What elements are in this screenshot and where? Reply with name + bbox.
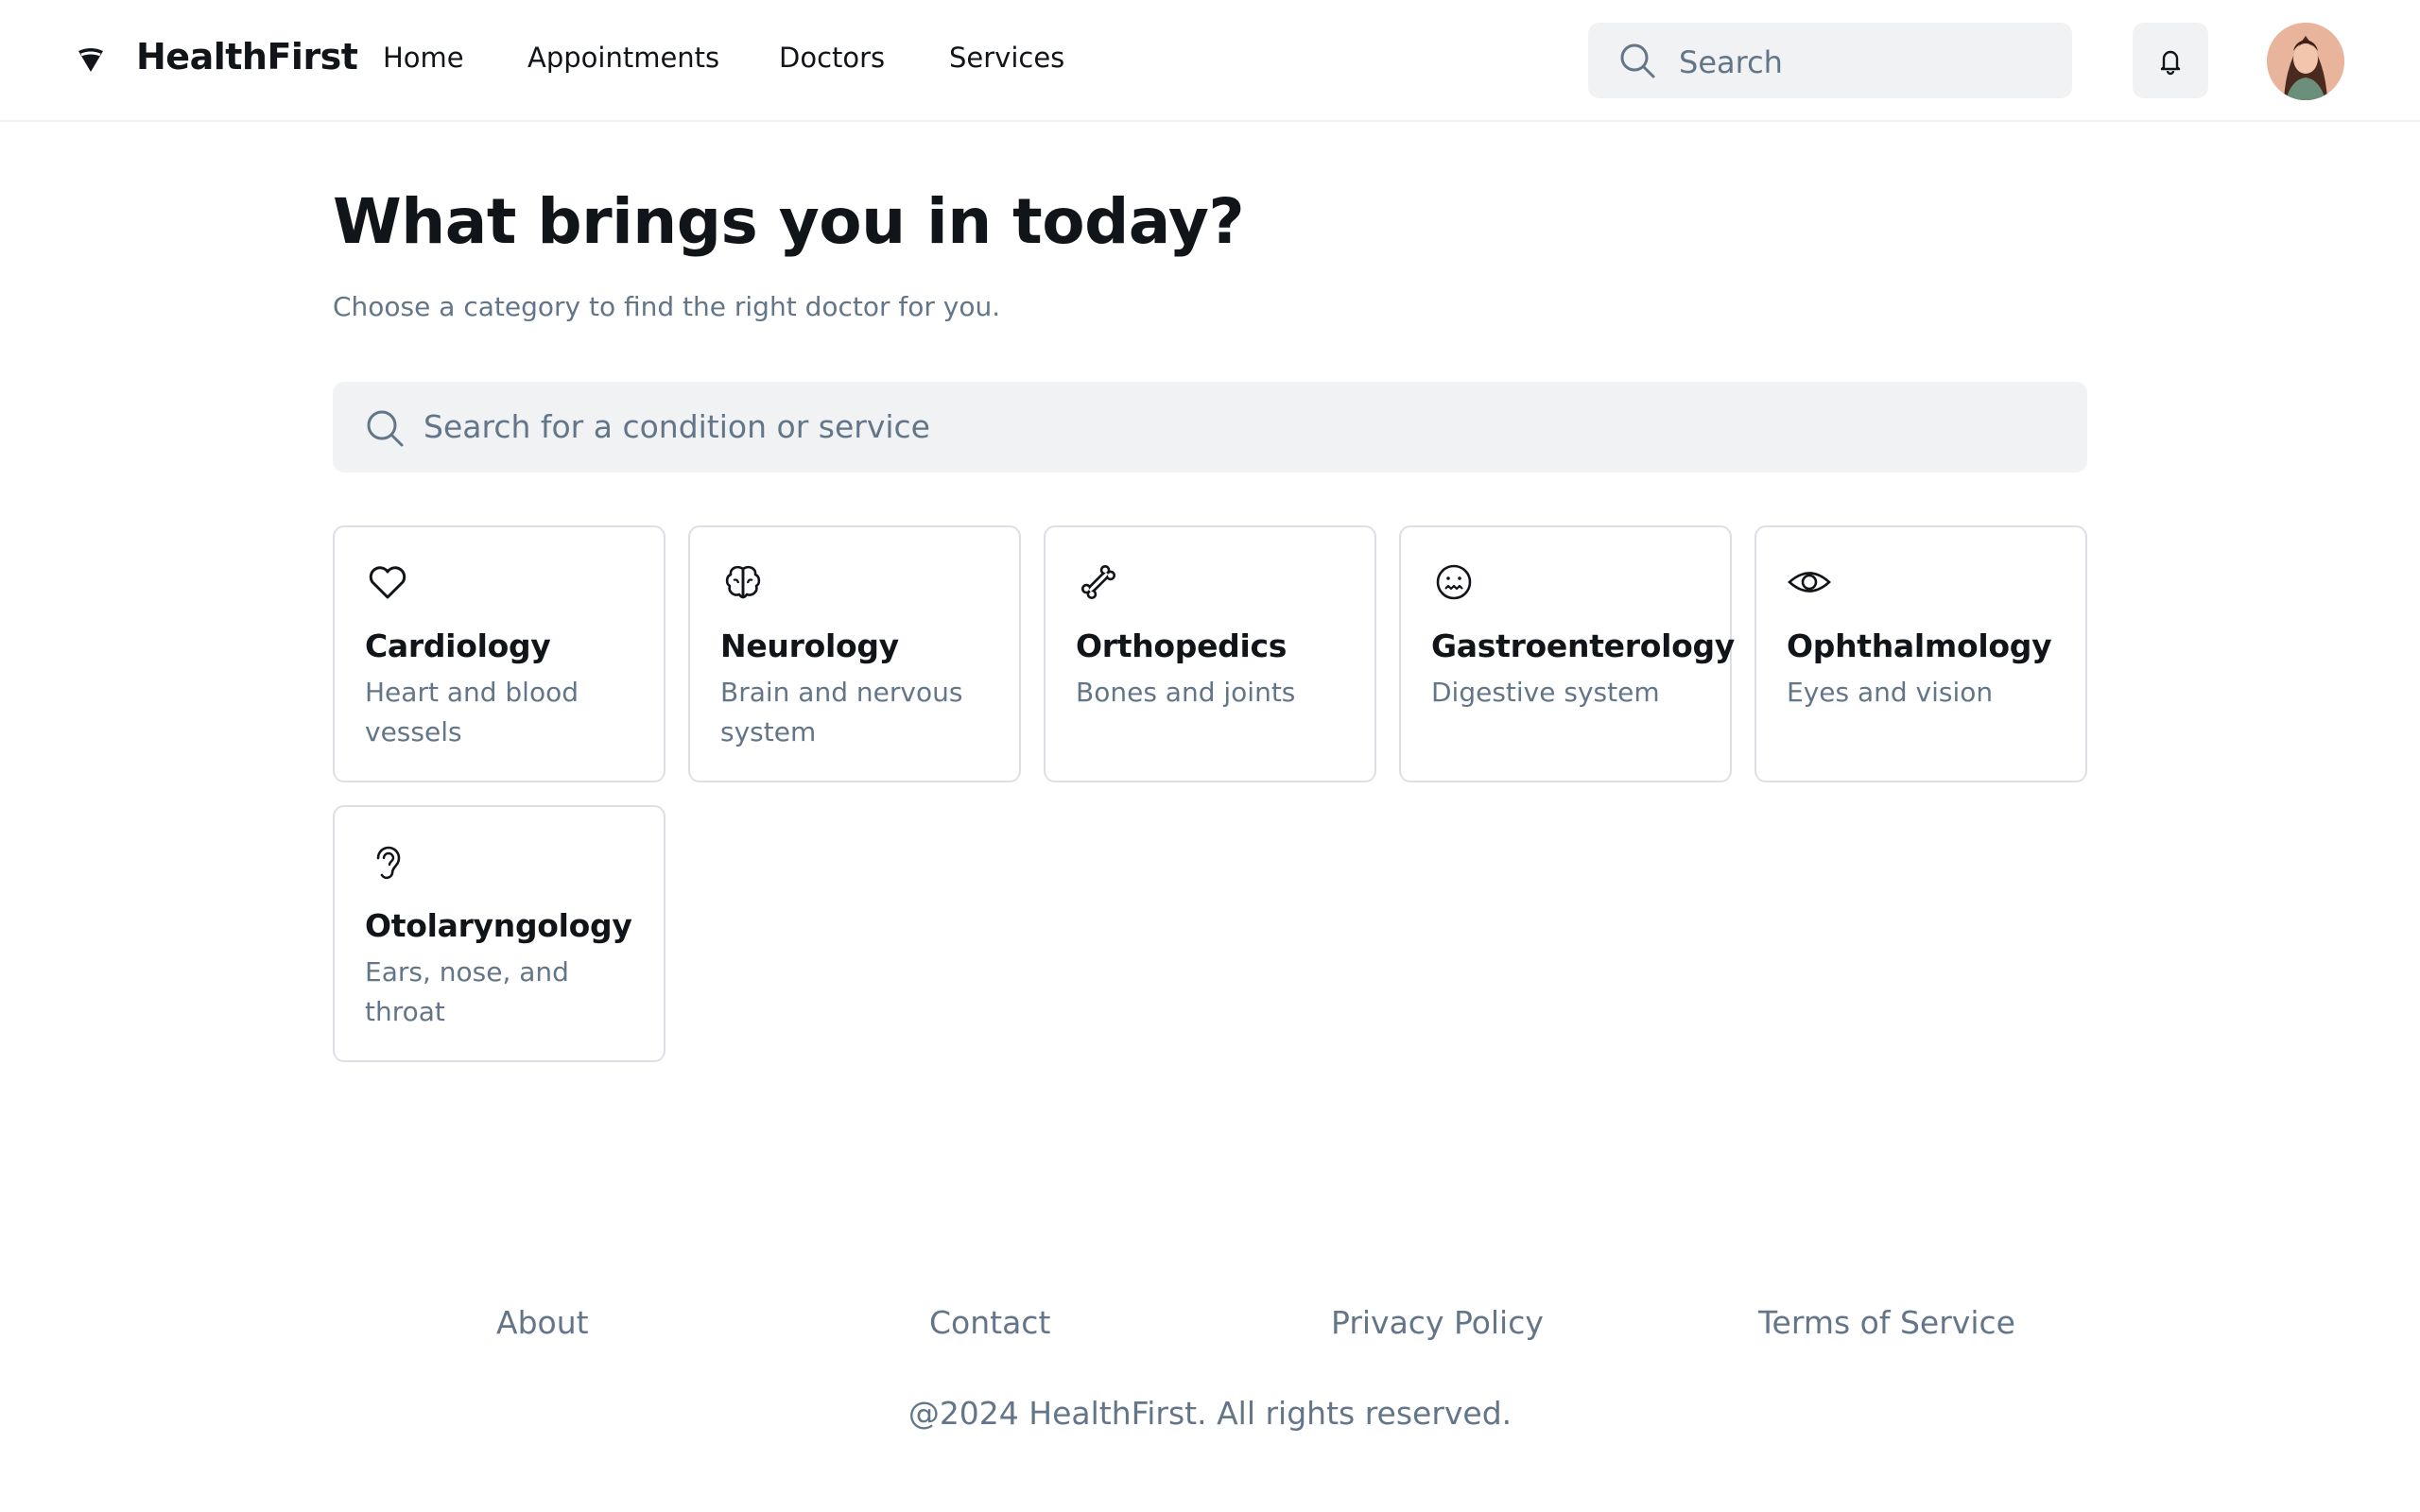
bone-icon <box>1080 564 1116 600</box>
footer-link-about[interactable]: About <box>496 1304 589 1341</box>
logo-icon[interactable] <box>76 45 106 76</box>
page-title: What brings you in today? <box>333 185 1245 258</box>
brand-name[interactable]: HealthFirst <box>136 36 358 77</box>
category-card-neurology[interactable]: Neurology Brain and nervous system <box>688 525 1021 782</box>
category-name: Otolaryngology <box>365 907 632 944</box>
condition-search-input[interactable]: Search for a condition or service <box>333 382 2087 472</box>
heart-icon <box>369 566 406 599</box>
nav-appointments[interactable]: Appointments <box>527 42 719 74</box>
category-description: Digestive system <box>1431 677 1660 708</box>
category-name: Gastroenterology <box>1431 627 1736 664</box>
footer-link-contact[interactable]: Contact <box>929 1304 1050 1341</box>
category-card-cardiology[interactable]: Cardiology Heart and blood vessels <box>333 525 666 782</box>
copyright-text: @2024 HealthFirst. All rights reserved. <box>908 1395 1512 1432</box>
header-search-placeholder: Search <box>1679 44 1783 80</box>
category-name: Cardiology <box>365 627 551 664</box>
top-header: HealthFirst Home Appointments Doctors Se… <box>0 0 2420 122</box>
search-icon <box>367 410 404 447</box>
footer-link-terms[interactable]: Terms of Service <box>1758 1304 2015 1341</box>
condition-search-placeholder: Search for a condition or service <box>424 408 930 445</box>
category-name: Ophthalmology <box>1787 627 2052 664</box>
category-card-ophthalmology[interactable]: Ophthalmology Eyes and vision <box>1754 525 2087 782</box>
nav-services[interactable]: Services <box>949 42 1064 74</box>
category-description: Bones and joints <box>1076 677 1296 708</box>
category-description: Eyes and vision <box>1787 677 1994 708</box>
category-card-otolaryngology[interactable]: Otolaryngology Ears, nose, and throat <box>333 805 666 1062</box>
ear-icon <box>376 846 401 880</box>
bell-icon <box>2160 50 2181 76</box>
search-icon <box>1620 43 1655 78</box>
category-card-gastroenterology[interactable]: Gastroenterology Digestive system <box>1399 525 1736 782</box>
nav-home[interactable]: Home <box>383 42 464 74</box>
page-subtitle: Choose a category to find the right doct… <box>333 291 1001 322</box>
user-avatar[interactable] <box>2267 23 2344 100</box>
category-name: Neurology <box>720 627 899 664</box>
category-description: Brain and nervous system <box>720 677 963 747</box>
nav-doctors[interactable]: Doctors <box>779 42 885 74</box>
category-card-orthopedics[interactable]: Orthopedics Bones and joints <box>1044 525 1376 782</box>
header-search-input[interactable]: Search <box>1588 23 2072 98</box>
category-description: Heart and blood vessels <box>365 677 579 747</box>
queasy-face-icon <box>1436 564 1472 600</box>
category-description: Ears, nose, and throat <box>365 956 569 1027</box>
brain-icon <box>725 565 761 599</box>
footer-link-privacy[interactable]: Privacy Policy <box>1331 1304 1544 1341</box>
category-name: Orthopedics <box>1076 627 1288 664</box>
notifications-button[interactable] <box>2133 23 2208 98</box>
eye-icon <box>1788 572 1831 593</box>
